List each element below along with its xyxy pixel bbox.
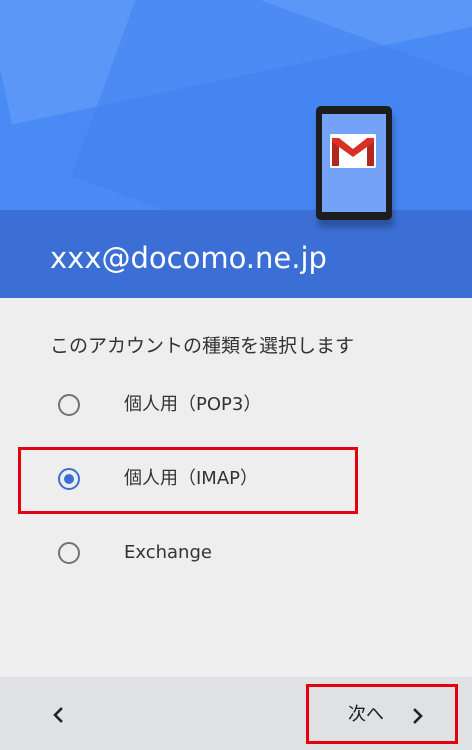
chevron-left-icon	[53, 707, 63, 723]
account-email: xxx@docomo.ne.jp	[50, 241, 327, 275]
radio-button-exchange[interactable]	[58, 542, 80, 564]
gmail-logo-icon	[330, 134, 376, 168]
option-pop3[interactable]: 個人用（POP3）	[54, 382, 354, 432]
gmail-tablet-icon	[316, 106, 392, 220]
radio-button-pop3[interactable]	[58, 394, 80, 416]
option-label-pop3: 個人用（POP3）	[124, 394, 262, 415]
highlight-box-imap	[18, 447, 358, 514]
highlight-box-next	[306, 684, 458, 744]
back-button[interactable]	[38, 695, 78, 735]
account-header: xxx@docomo.ne.jp	[0, 0, 472, 298]
option-label-exchange: Exchange	[124, 542, 212, 563]
option-exchange[interactable]: Exchange	[54, 530, 354, 580]
gmail-envelope-icon	[330, 134, 376, 168]
account-type-prompt: このアカウントの種類を選択します	[50, 335, 355, 357]
